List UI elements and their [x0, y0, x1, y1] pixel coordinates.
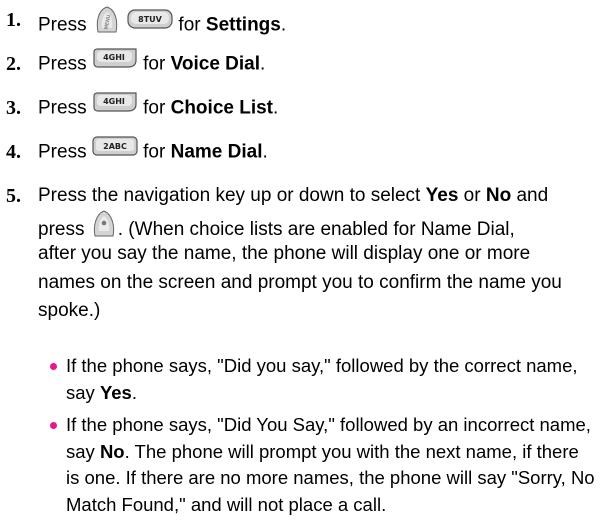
menu-key-icon: MENU [92, 4, 122, 43]
bullet-item: If the phone says, "Did You Say," follow… [50, 412, 596, 518]
bullet-dot [50, 363, 57, 370]
8tuv-key-icon: 8TUV [127, 9, 173, 38]
step-text: Press [38, 14, 87, 36]
step-5-line-1: Press the navigation key up or down to s… [38, 185, 549, 206]
svg-text:4GHI: 4GHI [103, 53, 125, 62]
step-number: 1. [6, 9, 21, 31]
bullet-dot [50, 422, 57, 429]
svg-text:8TUV: 8TUV [138, 15, 163, 24]
svg-text:2ABC: 2ABC [103, 142, 127, 151]
4ghi-key-icon: 4GHI [92, 92, 138, 121]
menu-target: Settings [205, 14, 281, 36]
step-number: 2. [6, 53, 21, 75]
step-number: 5. [6, 185, 21, 207]
step-number: 3. [6, 97, 21, 119]
4ghi-key-icon: 4GHI [92, 48, 138, 77]
step-number: 4. [6, 141, 21, 163]
svg-text:4GHI: 4GHI [103, 97, 125, 106]
2abc-key-icon: 2ABC [92, 136, 138, 165]
step-5-body: after you say the name, the phone will d… [38, 243, 562, 321]
bullet-item: If the phone says, "Did you say," follow… [50, 353, 596, 406]
